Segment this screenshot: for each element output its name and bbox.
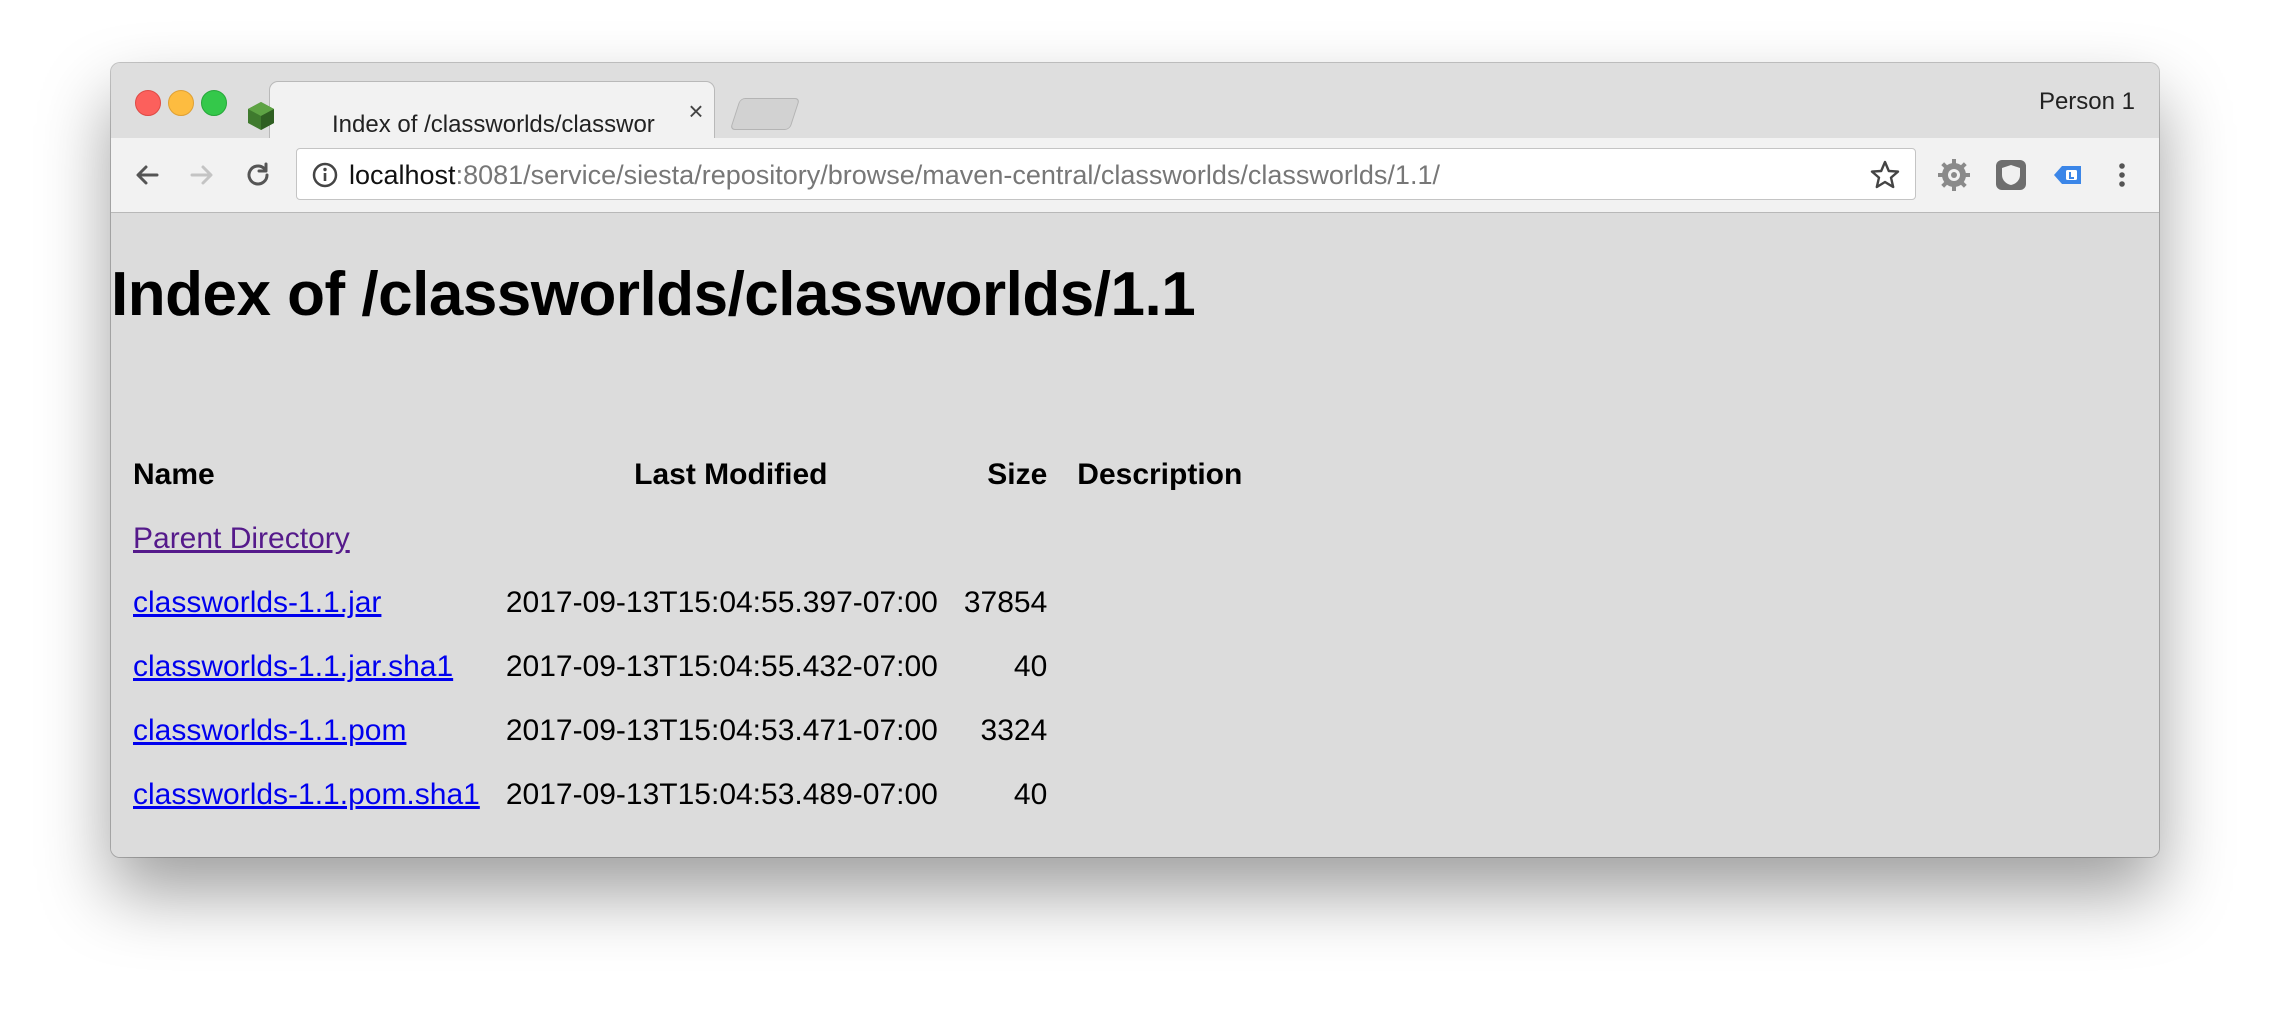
- column-header-description: Description: [1077, 458, 1243, 491]
- parent-directory-link[interactable]: Parent Directory: [133, 522, 350, 555]
- last-modified-cell: 2017-09-13T15:04:53.489-07:00: [505, 778, 938, 811]
- table-row-parent: Parent Directory: [129, 507, 1246, 571]
- table-row: classworlds-1.1.jar 2017-09-13T15:04:55.…: [129, 571, 1246, 635]
- table-row: classworlds-1.1.jar.sha1 2017-09-13T15:0…: [129, 635, 1246, 699]
- table-row: classworlds-1.1.pom.sha1 2017-09-13T15:0…: [129, 763, 1246, 827]
- url-text[interactable]: localhost:8081/service/siesta/repository…: [349, 161, 1440, 189]
- url-host: localhost: [349, 160, 456, 190]
- file-link[interactable]: classworlds-1.1.jar: [133, 586, 381, 619]
- column-header-name: Name: [133, 458, 215, 491]
- tab-title: Index of /classworlds/classwor: [332, 111, 655, 138]
- close-window-button[interactable]: [135, 90, 161, 116]
- arrow-right-icon[interactable]: [183, 156, 221, 194]
- file-link[interactable]: classworlds-1.1.pom.sha1: [133, 778, 480, 811]
- gear-extension-icon[interactable]: [1937, 158, 1971, 192]
- file-link[interactable]: classworlds-1.1.jar.sha1: [133, 650, 453, 683]
- table-row: classworlds-1.1.pom 2017-09-13T15:04:53.…: [129, 699, 1246, 763]
- reload-icon[interactable]: [239, 156, 277, 194]
- address-bar[interactable]: localhost:8081/service/siesta/repository…: [296, 148, 1916, 200]
- size-cell: 40: [1013, 778, 1048, 811]
- browser-window: Person 1 Index of /classworlds/classwor …: [111, 63, 2159, 857]
- minimize-window-button[interactable]: [168, 90, 194, 116]
- last-modified-cell: 2017-09-13T15:04:53.471-07:00: [505, 714, 938, 747]
- shield-extension-icon[interactable]: [1994, 158, 2028, 192]
- size-cell: 3324: [980, 714, 1048, 747]
- url-path: :8081/service/siesta/repository/browse/m…: [455, 160, 1440, 190]
- browser-toolbar: localhost:8081/service/siesta/repository…: [111, 138, 2159, 213]
- profile-name[interactable]: Person 1: [2039, 88, 2135, 116]
- size-cell: 40: [1013, 650, 1048, 683]
- page-content: Index of /classworlds/classworlds/1.1 Na…: [111, 213, 2159, 857]
- tab-close-icon[interactable]: ×: [682, 97, 710, 125]
- kebab-menu-icon[interactable]: [2105, 158, 2139, 192]
- new-tab-button[interactable]: [729, 98, 801, 130]
- page-title: Index of /classworlds/classworlds/1.1: [111, 260, 1196, 329]
- star-icon[interactable]: [1869, 159, 1901, 191]
- zoom-window-button[interactable]: [201, 90, 227, 116]
- nexus-hexagon-icon: [248, 102, 274, 130]
- column-header-size: Size: [987, 458, 1048, 491]
- table-header-row: Name Last Modified Size Description: [129, 443, 1246, 507]
- arrow-left-icon[interactable]: [128, 156, 166, 194]
- info-icon[interactable]: [311, 161, 339, 189]
- directory-listing-table: Name Last Modified Size Description Pare…: [129, 443, 1246, 827]
- size-cell: 37854: [963, 586, 1048, 619]
- column-header-last-modified: Last Modified: [634, 458, 828, 491]
- last-modified-cell: 2017-09-13T15:04:55.432-07:00: [505, 650, 938, 683]
- tag-extension-icon[interactable]: [2051, 158, 2085, 192]
- last-modified-cell: 2017-09-13T15:04:55.397-07:00: [505, 586, 938, 619]
- file-link[interactable]: classworlds-1.1.pom: [133, 714, 406, 747]
